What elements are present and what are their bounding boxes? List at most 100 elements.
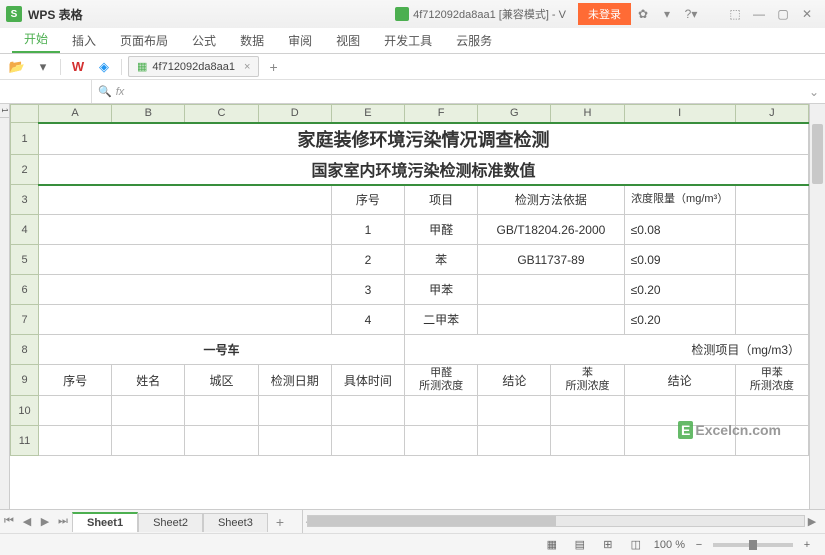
- cell[interactable]: 苯: [405, 245, 478, 275]
- login-button[interactable]: 未登录: [578, 3, 631, 25]
- zoom-label[interactable]: 100 %: [654, 539, 685, 551]
- cell[interactable]: 城区: [185, 365, 258, 396]
- col-E[interactable]: E: [331, 105, 404, 123]
- cell-title2[interactable]: 国家室内环境污染检测标准数值: [39, 155, 809, 185]
- maximize-icon[interactable]: ▢: [771, 4, 795, 24]
- help-icon[interactable]: ?▾: [679, 4, 703, 24]
- col-F[interactable]: F: [405, 105, 478, 123]
- cell[interactable]: 结论: [478, 365, 551, 396]
- cell[interactable]: 3: [331, 275, 404, 305]
- row-2[interactable]: 2: [11, 155, 39, 185]
- view-custom-icon[interactable]: ◫: [626, 538, 646, 551]
- dropdown-small-icon[interactable]: ▾: [32, 57, 54, 77]
- cell[interactable]: 姓名: [112, 365, 185, 396]
- cell-hdr-basis[interactable]: 检测方法依据: [478, 185, 624, 215]
- tab-data[interactable]: 数据: [228, 28, 276, 53]
- zoom-out-button[interactable]: −: [689, 539, 709, 551]
- cell[interactable]: 4: [331, 305, 404, 335]
- col-A[interactable]: A: [39, 105, 112, 123]
- sheet-tab-3[interactable]: Sheet3: [203, 513, 268, 532]
- open-icon[interactable]: 📂: [6, 57, 28, 77]
- row-5[interactable]: 5: [11, 245, 39, 275]
- scrollbar-thumb[interactable]: [812, 124, 823, 184]
- cell[interactable]: 二甲苯: [405, 305, 478, 335]
- sheet-nav-first[interactable]: ⏮: [0, 515, 18, 528]
- cell[interactable]: GB/T18204.26-2000: [478, 215, 624, 245]
- sheet-tab-1[interactable]: Sheet1: [72, 512, 138, 532]
- cell[interactable]: 检测日期: [258, 365, 331, 396]
- cell[interactable]: ≤0.20: [624, 305, 735, 335]
- cell[interactable]: GB11737-89: [478, 245, 624, 275]
- cell-proj[interactable]: 检测项目（mg/m3）: [405, 335, 809, 365]
- zoom-slider[interactable]: [713, 543, 793, 547]
- cell-hdr-item[interactable]: 项目: [405, 185, 478, 215]
- cell-car[interactable]: 一号车: [39, 335, 405, 365]
- horizontal-scrollbar[interactable]: [307, 515, 805, 527]
- fx-search-icon[interactable]: 🔍: [98, 85, 112, 98]
- mini-view-1[interactable]: 1: [0, 104, 9, 118]
- tab-view[interactable]: 视图: [324, 28, 372, 53]
- document-tab[interactable]: ▦ 4f712092da8aa1 ×: [128, 56, 259, 77]
- new-tab-button[interactable]: +: [263, 59, 283, 75]
- vertical-scrollbar[interactable]: [809, 104, 825, 509]
- close-icon[interactable]: ✕: [795, 4, 819, 24]
- hscroll-thumb[interactable]: [308, 516, 556, 526]
- tab-cloud[interactable]: 云服务: [444, 28, 504, 53]
- row-7[interactable]: 7: [11, 305, 39, 335]
- col-C[interactable]: C: [185, 105, 258, 123]
- tab-formula[interactable]: 公式: [180, 28, 228, 53]
- hscroll-right[interactable]: ▶: [803, 515, 821, 528]
- row-6[interactable]: 6: [11, 275, 39, 305]
- doc-tab-close-icon[interactable]: ×: [244, 61, 250, 73]
- tab-devtools[interactable]: 开发工具: [372, 28, 444, 53]
- row-9[interactable]: 9: [11, 365, 39, 396]
- view-normal-icon[interactable]: ▦: [542, 538, 562, 551]
- row-4[interactable]: 4: [11, 215, 39, 245]
- settings-icon[interactable]: ✿: [631, 4, 655, 24]
- col-D[interactable]: D: [258, 105, 331, 123]
- row-3[interactable]: 3: [11, 185, 39, 215]
- cell[interactable]: 甲醛: [405, 215, 478, 245]
- cell[interactable]: 2: [331, 245, 404, 275]
- ribbon-toggle-icon[interactable]: ⬚: [723, 4, 747, 24]
- col-J[interactable]: J: [735, 105, 808, 123]
- col-I[interactable]: I: [624, 105, 735, 123]
- grid-area[interactable]: A B C D E F G H I J 1 家庭装修环境污染情况调查检测 2 国…: [10, 104, 809, 509]
- cell-hdr-seq[interactable]: 序号: [331, 185, 404, 215]
- cell[interactable]: 序号: [39, 365, 112, 396]
- cell[interactable]: [478, 275, 624, 305]
- row-1[interactable]: 1: [11, 123, 39, 155]
- dropdown-icon[interactable]: ▾: [655, 4, 679, 24]
- expand-formula-icon[interactable]: ⌄: [803, 85, 825, 99]
- select-all-corner[interactable]: [11, 105, 39, 123]
- col-B[interactable]: B: [112, 105, 185, 123]
- tab-page-layout[interactable]: 页面布局: [108, 28, 180, 53]
- view-page-icon[interactable]: ▤: [570, 538, 590, 551]
- tab-start[interactable]: 开始: [12, 26, 60, 53]
- col-G[interactable]: G: [478, 105, 551, 123]
- cell[interactable]: 甲苯 所测浓度: [735, 365, 808, 396]
- cell[interactable]: ≤0.20: [624, 275, 735, 305]
- cell[interactable]: 具体时间: [331, 365, 404, 396]
- sheet-nav-last[interactable]: ⏭: [54, 515, 72, 528]
- tab-insert[interactable]: 插入: [60, 28, 108, 53]
- cell-blank[interactable]: [39, 185, 332, 215]
- row-11[interactable]: 11: [11, 426, 39, 456]
- name-box[interactable]: [0, 80, 92, 103]
- cell[interactable]: 甲醛 所测浓度: [405, 365, 478, 396]
- cell-title1[interactable]: 家庭装修环境污染情况调查检测: [39, 123, 809, 155]
- fx-label[interactable]: fx: [116, 86, 125, 98]
- wps-logo-icon[interactable]: W: [67, 57, 89, 77]
- cell-blank[interactable]: [735, 185, 808, 215]
- add-sheet-button[interactable]: +: [268, 514, 292, 530]
- sheet-nav-next[interactable]: ▶: [36, 515, 54, 528]
- cell[interactable]: 苯 所测浓度: [551, 365, 624, 396]
- sheet-nav-prev[interactable]: ◀: [18, 515, 36, 528]
- sheet-tab-2[interactable]: Sheet2: [138, 513, 203, 532]
- cell[interactable]: 结论: [624, 365, 735, 396]
- cell[interactable]: 1: [331, 215, 404, 245]
- minimize-icon[interactable]: —: [747, 4, 771, 24]
- row-8[interactable]: 8: [11, 335, 39, 365]
- view-break-icon[interactable]: ⊞: [598, 538, 618, 551]
- cube-icon[interactable]: ◈: [93, 57, 115, 77]
